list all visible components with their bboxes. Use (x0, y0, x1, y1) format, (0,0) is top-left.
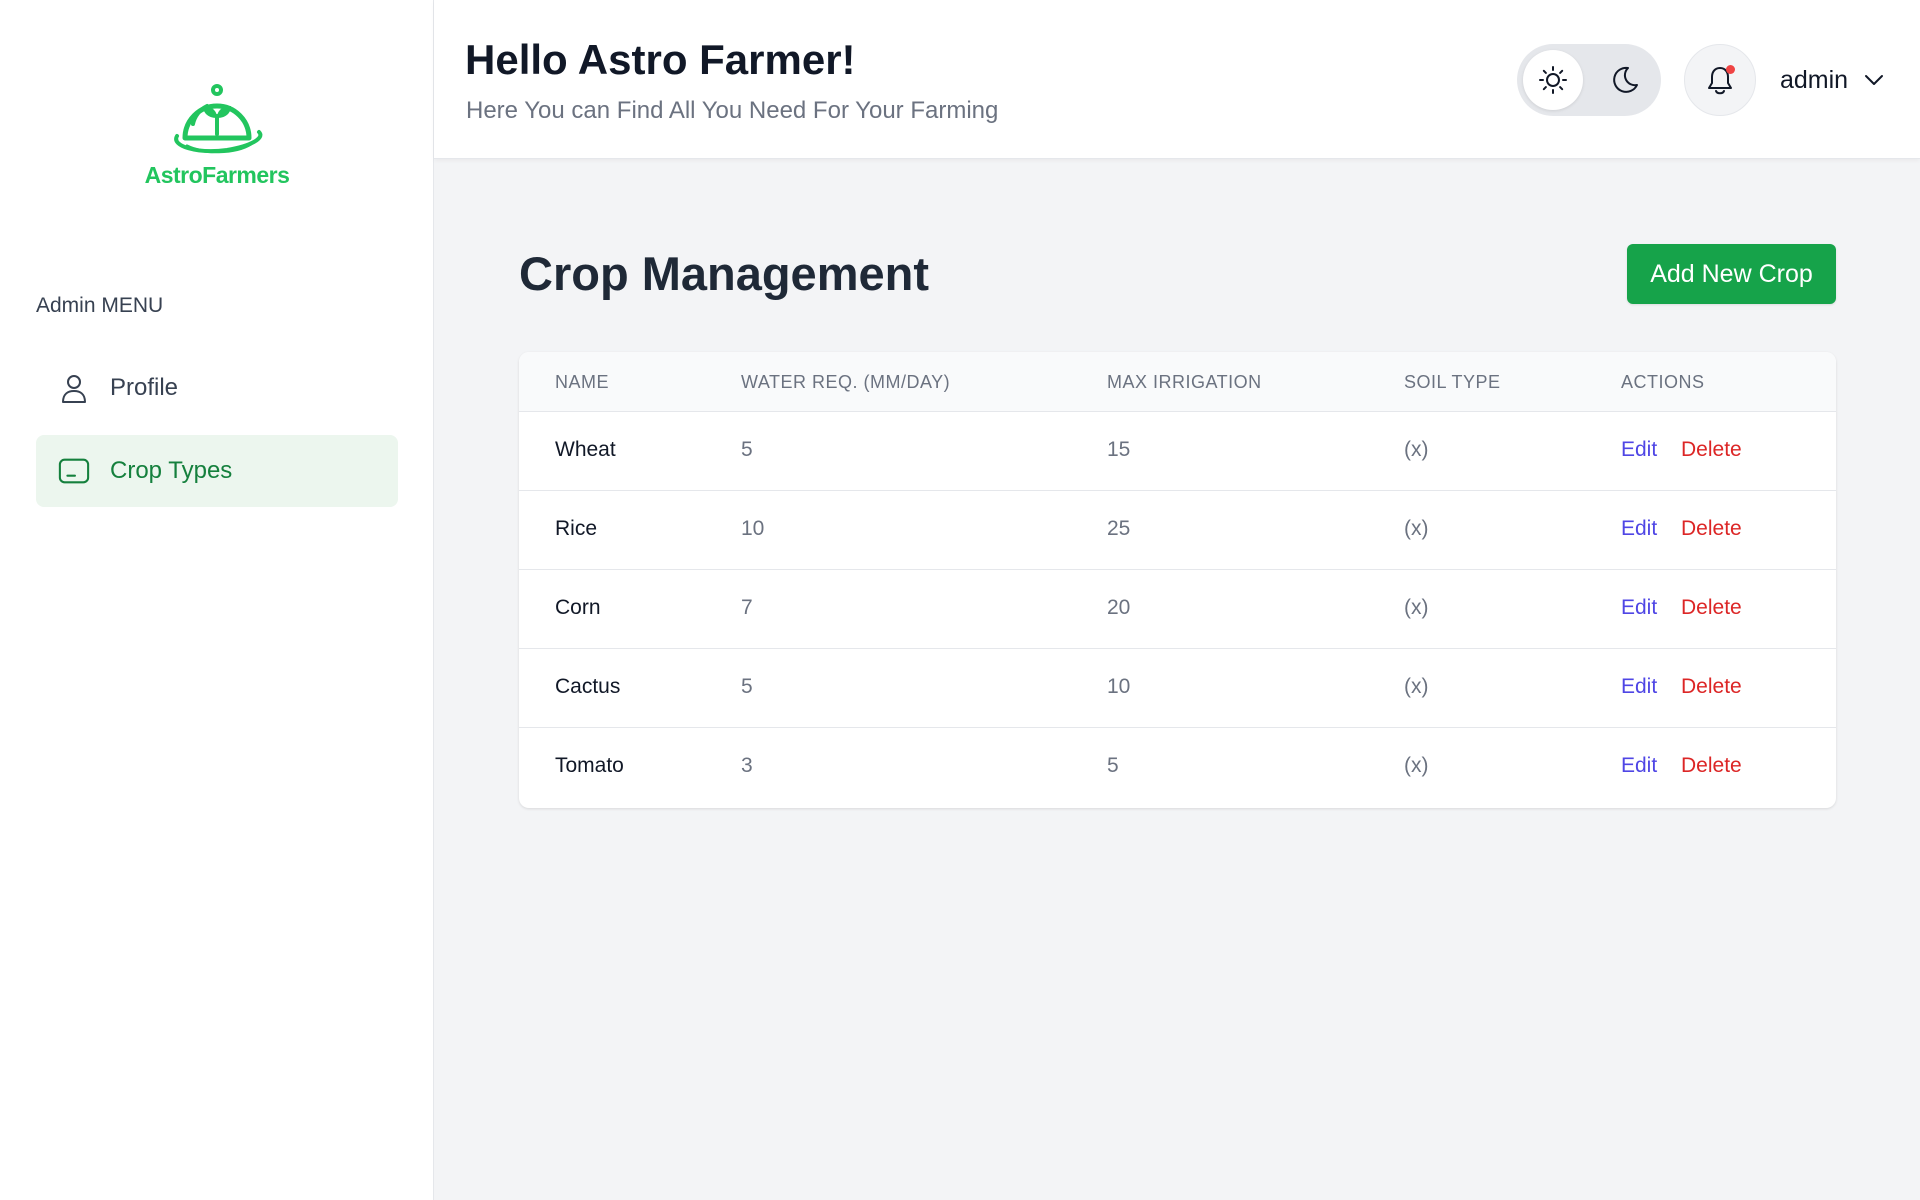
cell-name: Cactus (555, 675, 621, 698)
greeting-title: Hello Astro Farmer! (465, 36, 856, 83)
brand-name: AstroFarmers (144, 162, 290, 188)
sun-icon (1539, 66, 1567, 94)
cell-irrigation: 20 (1107, 596, 1131, 619)
cell-name: Wheat (555, 438, 616, 461)
user-name: admin (1780, 65, 1849, 94)
sidebar-item-label: Profile (110, 374, 179, 401)
table-row: Corn 7 20 (x) Edit Delete (519, 570, 1836, 649)
sidebar-item-label: Crop Types (110, 457, 233, 484)
cell-name: Corn (555, 596, 601, 619)
cell-water: 5 (741, 438, 753, 461)
table-row: Wheat 5 15 (x) Edit Delete (519, 412, 1836, 491)
app-root: AstroFarmers Admin MENU Profile Crop Typ… (0, 0, 1920, 1200)
add-new-crop-button[interactable]: Add New Crop (1627, 244, 1836, 304)
dark-mode-button[interactable] (1595, 50, 1655, 110)
moon-icon (1613, 66, 1638, 93)
edit-link[interactable]: Edit (1621, 754, 1657, 778)
column-header-name: NAME (555, 372, 610, 392)
edit-link[interactable]: Edit (1621, 438, 1657, 462)
user-icon (58, 372, 90, 404)
delete-link[interactable]: Delete (1681, 675, 1742, 699)
table-row: Cactus 5 10 (x) Edit Delete (519, 649, 1836, 728)
page-title: Crop Management (519, 247, 929, 300)
top-header: Hello Astro Farmer! Here You can Find Al… (434, 0, 1920, 159)
column-header-irrigation: MAX IRRIGATION (1107, 372, 1262, 392)
greenhouse-sprout-icon (174, 84, 263, 154)
cell-water: 7 (741, 596, 753, 619)
table-row: Tomato 3 5 (x) Edit Delete (519, 728, 1836, 807)
cell-soil: (x) (1404, 754, 1429, 777)
notification-badge (1726, 65, 1735, 74)
chevron-down-icon (1864, 74, 1884, 86)
cell-irrigation: 25 (1107, 517, 1131, 540)
sidebar-item-crop-types[interactable]: Crop Types (36, 435, 398, 507)
cell-irrigation: 10 (1107, 675, 1131, 698)
cell-name: Rice (555, 517, 598, 540)
cell-water: 5 (741, 675, 753, 698)
column-header-actions: ACTIONS (1621, 372, 1705, 392)
menu-heading: Admin MENU (36, 294, 164, 317)
table-row: Rice 10 25 (x) Edit Delete (519, 491, 1836, 570)
cell-soil: (x) (1404, 675, 1429, 698)
cell-soil: (x) (1404, 517, 1429, 540)
delete-link[interactable]: Delete (1681, 754, 1742, 778)
crop-table: NAME WATER REQ. (MM/DAY) MAX IRRIGATION … (519, 352, 1836, 808)
table-header: NAME WATER REQ. (MM/DAY) MAX IRRIGATION … (519, 352, 1836, 412)
cell-water: 10 (741, 517, 765, 540)
column-header-water: WATER REQ. (MM/DAY) (741, 372, 951, 392)
brand-logo[interactable]: AstroFarmers (0, 84, 434, 189)
delete-link[interactable]: Delete (1681, 596, 1742, 620)
sidebar-item-profile[interactable]: Profile (36, 352, 398, 424)
cell-irrigation: 15 (1107, 438, 1131, 461)
delete-link[interactable]: Delete (1681, 438, 1742, 462)
notifications-button[interactable] (1684, 44, 1756, 116)
sidebar: AstroFarmers Admin MENU Profile Crop Typ… (0, 0, 434, 1200)
edit-link[interactable]: Edit (1621, 675, 1657, 699)
edit-link[interactable]: Edit (1621, 517, 1657, 541)
cell-water: 3 (741, 754, 753, 777)
cell-soil: (x) (1404, 438, 1429, 461)
cell-name: Tomato (555, 754, 624, 777)
cell-soil: (x) (1404, 596, 1429, 619)
cell-irrigation: 5 (1107, 754, 1119, 777)
crop-types-icon (58, 455, 90, 487)
user-menu[interactable]: admin (1780, 60, 1884, 100)
theme-toggle[interactable] (1517, 44, 1661, 116)
edit-link[interactable]: Edit (1621, 596, 1657, 620)
light-mode-button[interactable] (1523, 50, 1583, 110)
greeting-subtitle: Here You can Find All You Need For Your … (466, 97, 999, 124)
delete-link[interactable]: Delete (1681, 517, 1742, 541)
column-header-soil: SOIL TYPE (1404, 372, 1501, 392)
